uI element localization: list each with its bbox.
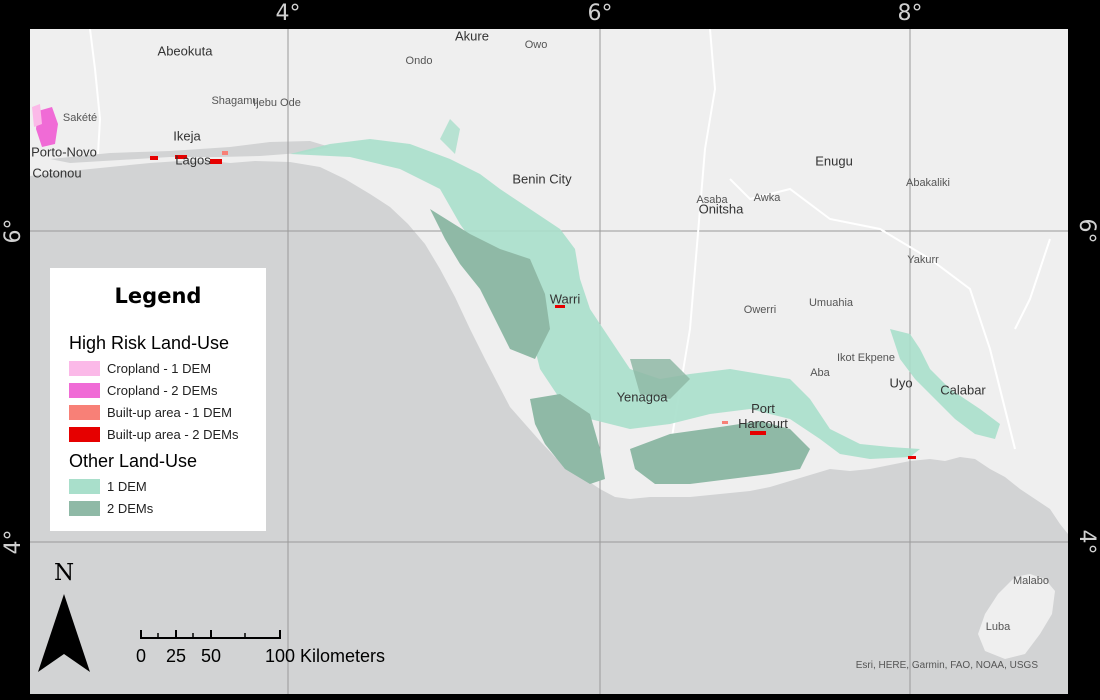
builtup-2dem-coast <box>908 456 916 459</box>
city-label: Lagos <box>175 152 211 168</box>
city-label: Warri <box>549 291 581 307</box>
city-label: Sakété <box>62 112 98 124</box>
north-arrow-label: N <box>53 560 75 586</box>
city-label: Cotonou <box>32 165 82 181</box>
city-label: Ikeja <box>173 128 201 144</box>
legend-item-label: Built-up area - 1 DEM <box>107 405 232 420</box>
city-label: Porto-Novo <box>31 144 97 160</box>
north-arrow: N <box>36 560 92 678</box>
city-label: Ikot Ekpene <box>836 352 896 364</box>
north-arrow-icon <box>38 594 90 672</box>
city-label: Owo <box>524 39 548 51</box>
city-label: Awka <box>753 192 781 204</box>
legend-item-label: Cropland - 2 DEMs <box>107 383 218 398</box>
legend-swatch <box>69 361 100 376</box>
lat-label-6-right: 6° <box>1074 218 1099 244</box>
legend-item-label: Cropland - 1 DEM <box>107 361 212 376</box>
scale-unit-label: Kilometers <box>300 646 386 666</box>
scale-tick-label: 50 <box>200 646 222 666</box>
lon-label-8: 8° <box>897 1 923 26</box>
legend: Legend High Risk Land-Use Cropland - 1 D… <box>50 268 266 531</box>
legend-title: Legend <box>114 284 202 308</box>
city-label: Ijebu Ode <box>253 97 301 109</box>
legend-group-high-risk: High Risk Land-Use <box>69 333 230 353</box>
city-label: Abeokuta <box>157 43 213 59</box>
builtup-1dem-portharcourt <box>722 421 728 424</box>
city-label: Onitsha <box>698 201 744 217</box>
legend-group-other: Other Land-Use <box>69 451 198 471</box>
builtup-2dem-portharcourt <box>750 431 766 435</box>
lat-label-6-left: 6° <box>1 218 26 244</box>
city-label: Ondo <box>405 55 433 67</box>
builtup-2dem-lagos-1 <box>150 156 158 160</box>
city-label: Akure <box>455 28 489 44</box>
city-label: Yenagoa <box>616 389 668 405</box>
city-label: Calabar <box>940 382 986 398</box>
legend-swatch <box>69 427 100 442</box>
scale-bar-graphic <box>140 630 281 639</box>
city-label: Aba <box>810 367 830 379</box>
city-label: Umuahia <box>808 297 854 309</box>
scale-tick-label: 100 <box>264 646 296 666</box>
legend-swatch <box>69 501 100 516</box>
city-label: Malabo <box>1012 575 1050 587</box>
map-frame: 4° 6° 8° 6° 4° 6° 4° Abeokuta Akure Owo Ond… <box>0 0 1100 700</box>
city-label: Enugu <box>815 153 853 169</box>
builtup-1dem-lagos <box>222 151 228 155</box>
legend-item-label: 1 DEM <box>107 479 147 494</box>
builtup-2dem-lagos-3 <box>210 159 222 164</box>
scale-bar: 0 25 50 100 Kilometers <box>130 628 420 672</box>
lon-label-4: 4° <box>275 1 301 26</box>
lat-label-4-right: 4° <box>1074 529 1099 555</box>
city-label: Yakurr <box>907 254 939 266</box>
attribution-text: Esri, HERE, Garmin, FAO, NOAA, USGS <box>855 660 1038 671</box>
legend-swatch <box>69 405 100 420</box>
legend-swatch <box>69 383 100 398</box>
city-label: Benin City <box>512 171 572 187</box>
scale-tick-label: 0 <box>135 646 147 666</box>
legend-swatch <box>69 479 100 494</box>
city-label: Uyo <box>889 375 913 391</box>
city-label: Luba <box>985 621 1011 633</box>
legend-item-label: 2 DEMs <box>107 501 154 516</box>
lat-label-4-left: 4° <box>1 529 26 555</box>
scale-tick-label: 25 <box>165 646 187 666</box>
lon-label-6: 6° <box>587 1 613 26</box>
legend-item-label: Built-up area - 2 DEMs <box>107 427 239 442</box>
city-label: Shagamu <box>211 95 259 107</box>
city-label: Abakaliki <box>905 177 951 189</box>
city-label: Owerri <box>743 304 777 316</box>
city-label: Port Harcourt <box>738 401 788 431</box>
